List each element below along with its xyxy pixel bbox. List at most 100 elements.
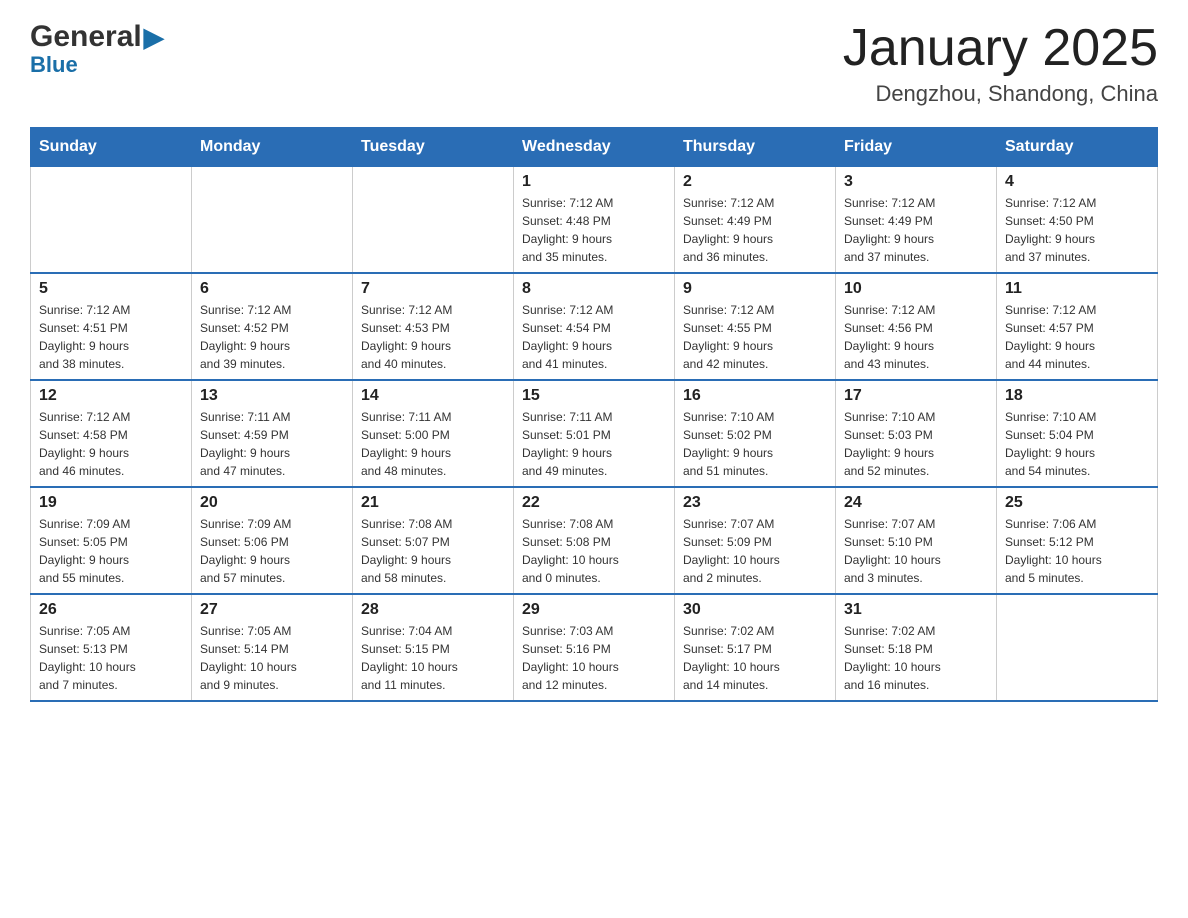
calendar-cell: 29 Sunrise: 7:03 AMSunset: 5:16 PMDayligh… [514,594,675,701]
day-info: Sunrise: 7:05 AMSunset: 5:13 PMDaylight:… [39,622,183,694]
calendar-cell: 27 Sunrise: 7:05 AMSunset: 5:14 PMDayligh… [192,594,353,701]
day-number: 4 [1005,173,1149,191]
header-monday: Monday [192,128,353,167]
day-number: 9 [683,280,827,298]
calendar-cell [353,167,514,274]
day-info: Sunrise: 7:04 AMSunset: 5:15 PMDaylight:… [361,622,505,694]
calendar-cell [31,167,192,274]
day-info: Sunrise: 7:12 AMSunset: 4:55 PMDaylight:… [683,301,827,373]
day-number: 26 [39,601,183,619]
calendar-cell: 15Sunrise: 7:11 AMSunset: 5:01 PMDayligh… [514,380,675,487]
day-info: Sunrise: 7:06 AMSunset: 5:12 PMDaylight:… [1005,515,1149,587]
title-section: January 2025 Dengzhou, Shandong, China [843,20,1158,107]
day-number: 6 [200,280,344,298]
day-number: 22 [522,494,666,512]
day-info: Sunrise: 7:10 AMSunset: 5:04 PMDaylight:… [1005,408,1149,480]
calendar-cell [192,167,353,274]
location-subtitle: Dengzhou, Shandong, China [843,81,1158,107]
day-info: Sunrise: 7:11 AMSunset: 4:59 PMDaylight:… [200,408,344,480]
day-number: 31 [844,601,988,619]
calendar-cell: 17Sunrise: 7:10 AMSunset: 5:03 PMDayligh… [836,380,997,487]
header-friday: Friday [836,128,997,167]
day-info: Sunrise: 7:09 AMSunset: 5:06 PMDaylight:… [200,515,344,587]
calendar-cell: 14 Sunrise: 7:11 AMSunset: 5:00 PMDayligh… [353,380,514,487]
day-info: Sunrise: 7:12 AMSunset: 4:51 PMDaylight:… [39,301,183,373]
logo-arrow-icon: ▶ [144,22,164,53]
calendar-cell: 20 Sunrise: 7:09 AMSunset: 5:06 PMDayligh… [192,487,353,594]
day-number: 5 [39,280,183,298]
calendar-cell: 21Sunrise: 7:08 AMSunset: 5:07 PMDayligh… [353,487,514,594]
calendar-cell: 30Sunrise: 7:02 AMSunset: 5:17 PMDayligh… [675,594,836,701]
day-info: Sunrise: 7:12 AMSunset: 4:50 PMDaylight:… [1005,194,1149,266]
day-number: 10 [844,280,988,298]
calendar-cell: 13Sunrise: 7:11 AMSunset: 4:59 PMDayligh… [192,380,353,487]
header-tuesday: Tuesday [353,128,514,167]
day-info: Sunrise: 7:12 AMSunset: 4:56 PMDaylight:… [844,301,988,373]
calendar-cell: 23 Sunrise: 7:07 AMSunset: 5:09 PMDayligh… [675,487,836,594]
day-info: Sunrise: 7:11 AMSunset: 5:00 PMDaylight:… [361,408,505,480]
calendar-cell: 5 Sunrise: 7:12 AMSunset: 4:51 PMDaylight… [31,273,192,380]
header-wednesday: Wednesday [514,128,675,167]
header-saturday: Saturday [997,128,1158,167]
day-number: 28 [361,601,505,619]
day-info: Sunrise: 7:10 AMSunset: 5:02 PMDaylight:… [683,408,827,480]
day-number: 11 [1005,280,1149,298]
day-number: 7 [361,280,505,298]
calendar-table: Sunday Monday Tuesday Wednesday Thursday… [30,127,1158,702]
calendar-cell: 8Sunrise: 7:12 AMSunset: 4:54 PMDaylight… [514,273,675,380]
day-info: Sunrise: 7:08 AMSunset: 5:07 PMDaylight:… [361,515,505,587]
calendar-week-2: 5 Sunrise: 7:12 AMSunset: 4:51 PMDaylight… [31,273,1158,380]
day-number: 16 [683,387,827,405]
day-info: Sunrise: 7:05 AMSunset: 5:14 PMDaylight:… [200,622,344,694]
header-sunday: Sunday [31,128,192,167]
day-info: Sunrise: 7:08 AMSunset: 5:08 PMDaylight:… [522,515,666,587]
calendar-header-row: Sunday Monday Tuesday Wednesday Thursday… [31,128,1158,167]
day-number: 3 [844,173,988,191]
calendar-cell: 16 Sunrise: 7:10 AMSunset: 5:02 PMDayligh… [675,380,836,487]
day-number: 30 [683,601,827,619]
day-number: 1 [522,173,666,191]
day-number: 17 [844,387,988,405]
day-info: Sunrise: 7:12 AMSunset: 4:52 PMDaylight:… [200,301,344,373]
day-number: 23 [683,494,827,512]
day-info: Sunrise: 7:12 AMSunset: 4:57 PMDaylight:… [1005,301,1149,373]
header-thursday: Thursday [675,128,836,167]
logo-line2: Blue [30,52,164,78]
calendar-cell: 24 Sunrise: 7:07 AMSunset: 5:10 PMDayligh… [836,487,997,594]
day-info: Sunrise: 7:02 AMSunset: 5:18 PMDaylight:… [844,622,988,694]
day-info: Sunrise: 7:12 AMSunset: 4:53 PMDaylight:… [361,301,505,373]
calendar-cell: 6 Sunrise: 7:12 AMSunset: 4:52 PMDaylight… [192,273,353,380]
day-number: 12 [39,387,183,405]
day-info: Sunrise: 7:07 AMSunset: 5:10 PMDaylight:… [844,515,988,587]
day-number: 27 [200,601,344,619]
calendar-cell: 19 Sunrise: 7:09 AMSunset: 5:05 PMDayligh… [31,487,192,594]
day-number: 14 [361,387,505,405]
calendar-cell: 26 Sunrise: 7:05 AMSunset: 5:13 PMDayligh… [31,594,192,701]
day-number: 20 [200,494,344,512]
calendar-cell: 11 Sunrise: 7:12 AMSunset: 4:57 PMDayligh… [997,273,1158,380]
month-title: January 2025 [843,20,1158,77]
calendar-cell: 3Sunrise: 7:12 AMSunset: 4:49 PMDaylight… [836,167,997,274]
calendar-cell: 31 Sunrise: 7:02 AMSunset: 5:18 PMDayligh… [836,594,997,701]
day-info: Sunrise: 7:12 AMSunset: 4:54 PMDaylight:… [522,301,666,373]
calendar-cell: 22 Sunrise: 7:08 AMSunset: 5:08 PMDayligh… [514,487,675,594]
day-info: Sunrise: 7:09 AMSunset: 5:05 PMDaylight:… [39,515,183,587]
logo-line1: General▶ [30,20,164,54]
calendar-cell: 7 Sunrise: 7:12 AMSunset: 4:53 PMDaylight… [353,273,514,380]
calendar-cell: 2Sunrise: 7:12 AMSunset: 4:49 PMDaylight… [675,167,836,274]
calendar-cell: 4 Sunrise: 7:12 AMSunset: 4:50 PMDaylight… [997,167,1158,274]
day-number: 29 [522,601,666,619]
day-info: Sunrise: 7:03 AMSunset: 5:16 PMDaylight:… [522,622,666,694]
calendar-week-1: 1Sunrise: 7:12 AMSunset: 4:48 PMDaylight… [31,167,1158,274]
day-number: 25 [1005,494,1149,512]
day-number: 24 [844,494,988,512]
calendar-cell: 9 Sunrise: 7:12 AMSunset: 4:55 PMDaylight… [675,273,836,380]
day-number: 15 [522,387,666,405]
day-number: 19 [39,494,183,512]
calendar-week-5: 26 Sunrise: 7:05 AMSunset: 5:13 PMDayligh… [31,594,1158,701]
day-number: 18 [1005,387,1149,405]
calendar-week-3: 12Sunrise: 7:12 AMSunset: 4:58 PMDayligh… [31,380,1158,487]
logo-general-text: General [30,20,142,54]
day-info: Sunrise: 7:07 AMSunset: 5:09 PMDaylight:… [683,515,827,587]
calendar-cell: 25 Sunrise: 7:06 AMSunset: 5:12 PMDayligh… [997,487,1158,594]
